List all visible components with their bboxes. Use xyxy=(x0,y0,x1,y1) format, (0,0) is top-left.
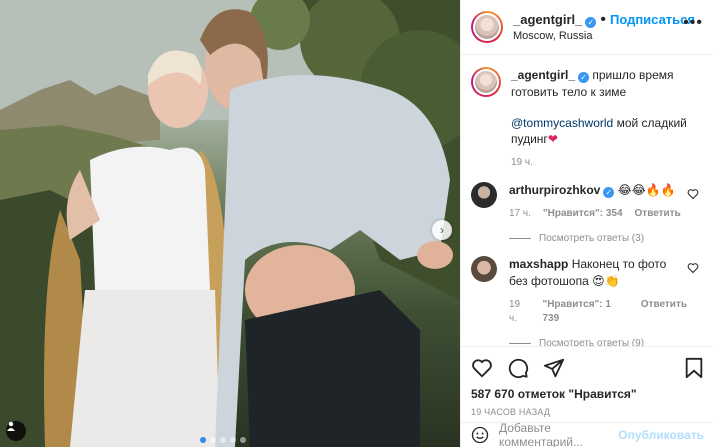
post-actions: 587 670 отметок "Нравится" 19 ЧАСОВ НАЗА… xyxy=(461,346,713,417)
carousel-dot xyxy=(220,437,226,443)
post-location[interactable]: Moscow, Russia xyxy=(513,30,695,44)
commenter-avatar[interactable] xyxy=(471,182,497,209)
comment-item: maxshapp Наконец то фото без фотошопа 😍👏… xyxy=(471,255,703,326)
like-comment-icon[interactable] xyxy=(687,188,699,200)
replies-line xyxy=(509,237,531,239)
reply-button[interactable]: Ответить xyxy=(635,207,681,221)
bookmark-icon[interactable] xyxy=(684,357,704,379)
post-photo[interactable]: › xyxy=(0,0,460,447)
author-username[interactable]: _agentgirl_ xyxy=(513,12,582,27)
caption-username[interactable]: _agentgirl_ xyxy=(511,68,575,82)
comments-list: _agentgirl_ ✓ пришло время готовить тело … xyxy=(461,55,713,347)
carousel-dot xyxy=(200,437,206,443)
post-sidebar: _agentgirl_ ✓ • Подписаться Moscow, Russia … xyxy=(460,0,713,447)
verified-badge-icon: ✓ xyxy=(603,187,615,199)
carousel-dot xyxy=(240,437,246,443)
carousel-dots xyxy=(200,437,246,443)
likes-count[interactable]: 587 670 отметок "Нравится" xyxy=(471,387,704,401)
reply-button[interactable]: Ответить xyxy=(641,298,687,326)
heart-icon[interactable] xyxy=(471,357,493,379)
caption-mention[interactable]: @tommycashworld xyxy=(511,116,613,130)
comment-item: arthurpirozhkov ✓ 😂😂🔥🔥 17 ч. "Нравится": … xyxy=(471,182,703,221)
more-dots-icon[interactable]: ••• xyxy=(683,14,703,32)
comment-likes[interactable]: "Нравится": 1 739 xyxy=(542,298,628,326)
replies-line xyxy=(509,342,531,344)
carousel-dot xyxy=(230,437,236,443)
emoji-icon[interactable] xyxy=(471,426,489,444)
caption-mention-text2: пудинг xyxy=(511,132,548,147)
photo-illustration xyxy=(0,0,460,447)
caption-text-line2: готовить тело к зиме xyxy=(511,84,627,99)
comment-input[interactable]: Добавьте комментарий... xyxy=(499,421,618,447)
caption-mention-text: мой сладкий xyxy=(616,115,687,130)
view-replies-button[interactable]: Посмотреть ответы (3) xyxy=(509,233,703,244)
post-time-ago[interactable]: 19 ЧАСОВ НАЗАД xyxy=(471,407,704,417)
verified-badge-icon: ✓ xyxy=(585,17,597,29)
separator-dot: • xyxy=(600,11,606,29)
instagram-post: › _agentgirl_ ✓ • Подписаться Moscow, Russi… xyxy=(0,0,713,447)
comment-likes[interactable]: "Нравится": 354 xyxy=(543,207,623,221)
add-comment-bar: Добавьте комментарий... Опубликовать xyxy=(461,421,713,447)
author-avatar[interactable] xyxy=(471,11,503,43)
caption-text-line1: пришло время xyxy=(592,68,674,82)
user-tag-icon[interactable] xyxy=(6,421,26,441)
comment-text: 😂😂🔥🔥 xyxy=(617,183,676,198)
next-image-arrow-icon[interactable]: › xyxy=(432,220,452,240)
commenter-avatar[interactable] xyxy=(471,255,497,282)
share-icon[interactable] xyxy=(543,357,565,379)
publish-button[interactable]: Опубликовать xyxy=(618,428,704,442)
commenter-username[interactable]: arthurpirozhkov xyxy=(509,183,600,197)
comment-icon[interactable] xyxy=(507,357,529,379)
heart-emoji: ❤ xyxy=(547,132,558,147)
like-comment-icon[interactable] xyxy=(687,262,699,274)
comment-time[interactable]: 17 ч. xyxy=(509,207,531,221)
post-header: _agentgirl_ ✓ • Подписаться Moscow, Russia … xyxy=(461,0,713,55)
caption-time[interactable]: 19 ч. xyxy=(511,156,533,170)
carousel-dot xyxy=(210,437,216,443)
verified-badge-icon: ✓ xyxy=(578,72,590,83)
comment-time[interactable]: 19 ч. xyxy=(509,298,530,326)
caption-avatar[interactable] xyxy=(471,67,501,97)
commenter-username[interactable]: maxshapp xyxy=(509,257,568,271)
view-replies-label: Посмотреть ответы (3) xyxy=(539,232,645,244)
caption: _agentgirl_ ✓ пришло время готовить тело … xyxy=(471,67,703,170)
